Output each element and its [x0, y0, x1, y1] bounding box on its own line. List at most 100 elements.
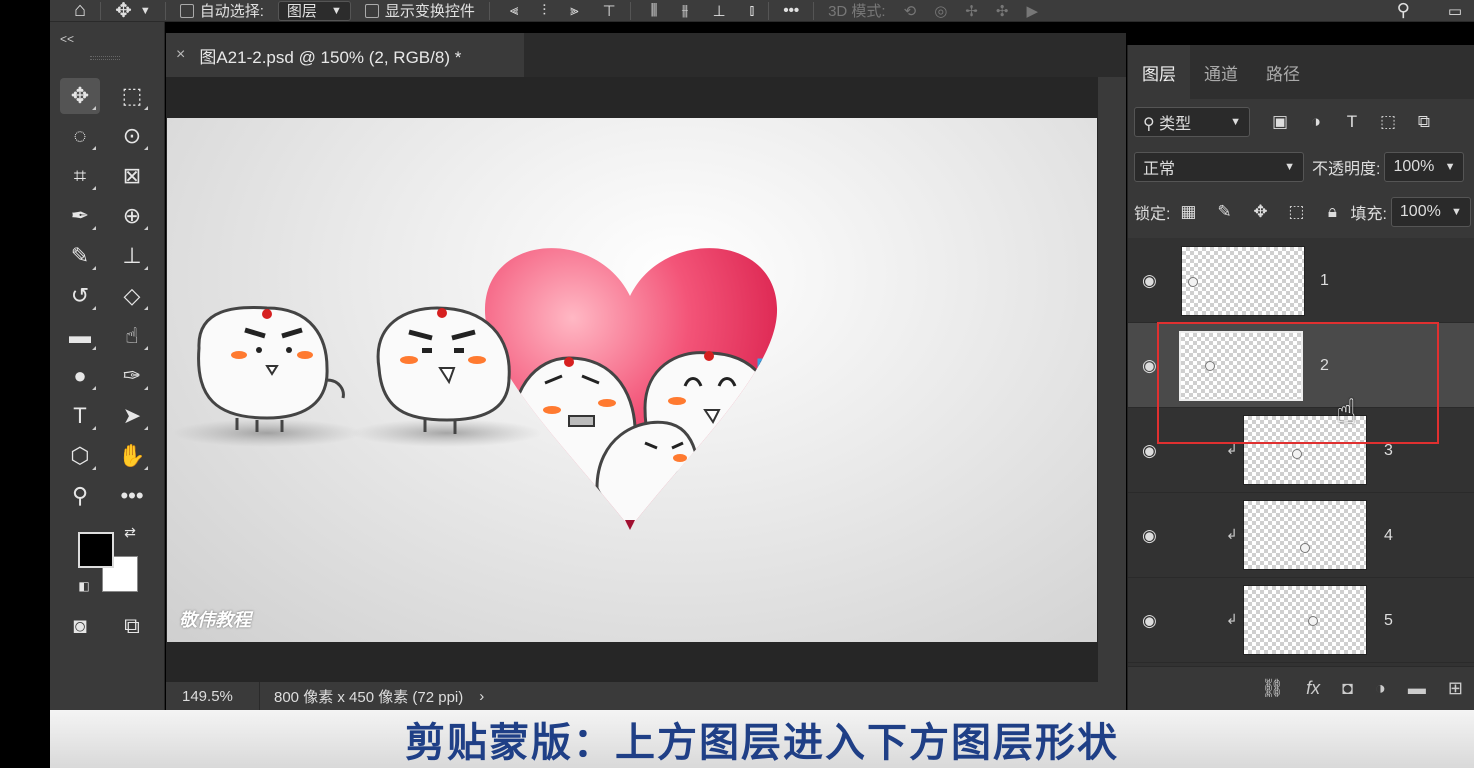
vertical-scrollbar[interactable] [1098, 77, 1126, 682]
lock-artboard-icon[interactable]: ⬚ [1278, 202, 1314, 222]
smudge-tool-icon[interactable]: ☝ [112, 318, 152, 354]
show-transform-checkbox[interactable]: 显示变换控件 [364, 0, 475, 21]
spot-heal-tool-icon[interactable]: ⊕ [112, 198, 152, 234]
layer-row[interactable]: ◉ ↲ 5 [1128, 578, 1474, 663]
auto-select-dropdown[interactable]: 图层 ▼ [277, 0, 351, 21]
history-brush-tool-icon[interactable]: ↺ [60, 278, 100, 314]
path-select-tool-icon[interactable]: ➤ [112, 398, 152, 434]
align-center-icon[interactable]: ⫶ [542, 2, 546, 19]
zoom-level[interactable]: 149.5% [166, 682, 260, 710]
toolbar-grip[interactable] [90, 56, 120, 60]
gradient-tool-icon[interactable]: ▬ [60, 318, 100, 354]
tab-layers[interactable]: 图层 [1128, 45, 1190, 99]
filter-adjustment-icon[interactable]: ◑ [1298, 112, 1334, 132]
layer-name[interactable]: 5 [1384, 612, 1393, 630]
add-mask-icon[interactable]: ◘ [1342, 678, 1353, 699]
lock-row: 锁定: ▦ ✎ ✥ ⬚ 🔒︎ 填充: 100% ▼ [1128, 189, 1474, 234]
tab-paths[interactable]: 路径 [1252, 45, 1314, 99]
workspace-icon[interactable]: ▭ [1448, 2, 1462, 20]
distribute-icon[interactable]: ⫼ [651, 2, 658, 19]
filter-shape-icon[interactable]: ⬚ [1370, 112, 1406, 132]
lock-pixels-icon[interactable]: ✎ [1206, 202, 1242, 222]
move-tool-icon[interactable]: ✥ [115, 0, 132, 21]
visibility-eye-icon[interactable]: ◉ [1142, 526, 1157, 546]
distribute-center-icon[interactable]: ⫵ [682, 2, 689, 19]
foreground-color-swatch[interactable] [78, 532, 114, 568]
more-icon[interactable]: ••• [783, 2, 799, 19]
collapse-toolbar-button[interactable]: << [60, 32, 74, 46]
screen-mode-icon[interactable]: ⧉ [112, 608, 152, 644]
layer-name[interactable]: 4 [1384, 527, 1393, 545]
eraser-tool-icon[interactable]: ◇ [112, 278, 152, 314]
layer-filter-dropdown[interactable]: ⚲ 类型 ▼ [1134, 106, 1250, 137]
align-right-icon[interactable]: ⫸ [570, 2, 578, 19]
lock-position-icon[interactable]: ✥ [1242, 202, 1278, 222]
layer-thumbnail[interactable] [1181, 246, 1305, 316]
tab-channels[interactable]: 通道 [1190, 45, 1252, 99]
visibility-eye-icon[interactable]: ◉ [1142, 611, 1157, 631]
brush-tool-icon[interactable]: ✎ [60, 238, 100, 274]
blend-mode-dropdown[interactable]: 正常 ▼ [1134, 151, 1304, 182]
document-canvas[interactable]: 敬伟教程 [167, 118, 1097, 642]
lasso-tool-icon[interactable]: ◌ [60, 118, 100, 154]
home-icon[interactable]: ⌂ [74, 0, 86, 21]
marquee-tool-icon[interactable]: ⬚ [112, 78, 152, 114]
fx-icon[interactable]: fx [1306, 678, 1320, 699]
auto-select-checkbox[interactable]: 自动选择: [179, 0, 264, 21]
frame-tool-icon[interactable]: ⊠ [112, 158, 152, 194]
default-colors-icon[interactable]: ◧ [70, 574, 98, 598]
opacity-input[interactable]: 100% ▼ [1384, 151, 1465, 182]
crop-tool-icon[interactable]: ⌗ [60, 158, 100, 194]
zoom-tool-icon[interactable]: ⚲ [60, 478, 100, 514]
hand-tool-icon[interactable]: ✋ [112, 438, 152, 474]
quick-mask-icon[interactable]: ◙ [60, 608, 100, 644]
status-bar: 149.5% 800 像素 x 450 像素 (72 ppi) › [166, 682, 1126, 710]
stamp-tool-icon[interactable]: ⊥ [112, 238, 152, 274]
type-tool-icon[interactable]: T [60, 398, 100, 434]
filter-type-icon[interactable]: T [1334, 112, 1370, 132]
move-tool-icon[interactable]: ✥ [60, 78, 100, 114]
visibility-eye-icon[interactable]: ◉ [1142, 271, 1157, 291]
more-tools-icon[interactable]: ••• [112, 478, 152, 514]
slide-3d-icon: ✣ [995, 2, 1009, 20]
quick-select-tool-icon[interactable]: ⊙ [112, 118, 152, 154]
layer-thumbnail[interactable] [1243, 585, 1367, 655]
new-group-icon[interactable]: ▬ [1408, 678, 1426, 699]
checkbox-box[interactable] [179, 3, 194, 18]
pen-tool-icon[interactable]: ✑ [112, 358, 152, 394]
opacity-value: 100% [1393, 157, 1435, 175]
chevron-down-icon[interactable]: ▼ [140, 5, 151, 17]
lock-all-icon[interactable]: 🔒︎ [1314, 202, 1350, 222]
checkbox-box[interactable] [364, 3, 379, 18]
filter-pixel-icon[interactable]: ▣ [1262, 112, 1298, 132]
distribute-bottom-icon[interactable]: ⊥ [712, 2, 725, 20]
visibility-eye-icon[interactable]: ◉ [1142, 441, 1157, 461]
layer-row[interactable]: ◉ ↲ 4 [1128, 493, 1474, 578]
distribute-right-icon[interactable]: ⫾ [750, 2, 755, 19]
visibility-eye-icon[interactable]: ◉ [1142, 356, 1157, 376]
dodge-tool-icon[interactable]: ● [60, 358, 100, 394]
new-layer-icon[interactable]: ⊞ [1448, 678, 1463, 699]
status-menu-arrow[interactable]: › [479, 688, 484, 705]
align-left-icon[interactable]: ⫷ [510, 2, 518, 19]
fill-input[interactable]: 100% ▼ [1390, 196, 1471, 227]
document-tab[interactable]: × 图A21-2.psd @ 150% (2, RGB/8) * [166, 33, 524, 77]
link-layers-icon[interactable]: ⛓ [1261, 678, 1284, 699]
search-icon[interactable]: ⚲ [1397, 0, 1410, 21]
layer-row[interactable]: ◉ 1 [1128, 238, 1474, 323]
filter-row: ⚲ 类型 ▼ ▣ ◑ T ⬚ ⧉ [1128, 99, 1474, 144]
swap-colors-icon[interactable]: ⇄ [116, 520, 144, 544]
divider [768, 1, 770, 20]
adjustment-layer-icon[interactable]: ◑ [1375, 678, 1386, 699]
layer-name[interactable]: 3 [1384, 442, 1393, 460]
align-top-icon[interactable]: ⊤ [603, 2, 616, 20]
layer-thumbnail[interactable] [1243, 500, 1367, 570]
eyedropper-tool-icon[interactable]: ✒ [60, 198, 100, 234]
layer-name[interactable]: 1 [1320, 272, 1329, 290]
auto-select-label: 自动选择: [199, 3, 264, 20]
shape-tool-icon[interactable]: ⬡ [60, 438, 100, 474]
close-icon[interactable]: × [176, 46, 185, 64]
filter-smart-object-icon[interactable]: ⧉ [1406, 112, 1442, 132]
lock-transparency-icon[interactable]: ▦ [1170, 202, 1206, 222]
left-black-border [0, 0, 50, 768]
